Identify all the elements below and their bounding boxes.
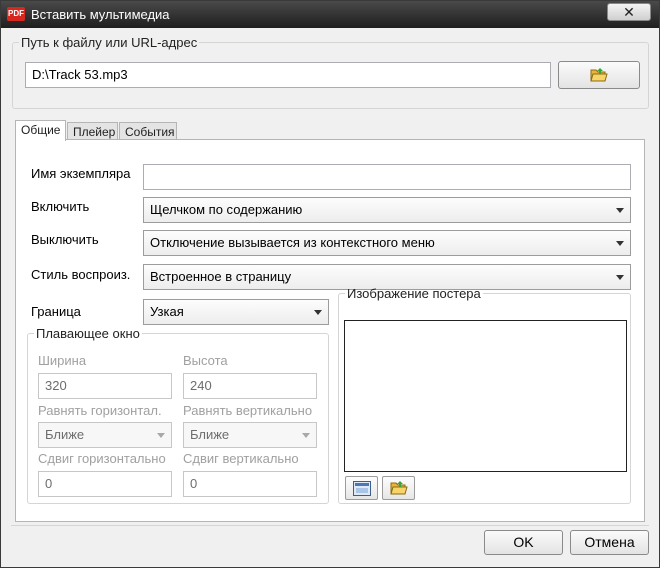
enable-label: Включить	[31, 199, 90, 214]
enable-select[interactable]: Щелчком по содержанию	[143, 197, 631, 223]
chevron-down-icon	[314, 310, 322, 315]
chevron-down-icon	[157, 433, 165, 438]
play-style-label: Стиль воспроиз.	[31, 267, 131, 282]
disable-select[interactable]: Отключение вызывается из контекстного ме…	[143, 230, 631, 256]
image-icon	[353, 481, 371, 496]
halign-select[interactable]: Ближе	[38, 422, 172, 448]
poster-browse-button[interactable]	[382, 476, 415, 500]
dialog-content: Путь к файлу или URL-адрес D:\Track 53.m…	[1, 28, 659, 567]
valign-select-value: Ближе	[190, 427, 230, 442]
folder-open-icon	[390, 481, 408, 495]
folder-open-icon	[590, 68, 608, 82]
border-select[interactable]: Узкая	[143, 299, 329, 325]
halign-label: Равнять горизонтал.	[38, 403, 162, 418]
chevron-down-icon	[616, 275, 624, 280]
enable-select-value: Щелчком по содержанию	[150, 202, 303, 217]
poster-group-legend: Изображение постера	[347, 286, 481, 301]
height-label: Высота	[183, 353, 228, 368]
footer-divider	[11, 525, 649, 526]
path-group-legend: Путь к файлу или URL-адрес	[21, 35, 198, 50]
title-bar[interactable]: PDF Вставить мультимедиа ✕	[1, 1, 659, 28]
window-title: Вставить мультимедиа	[31, 7, 170, 22]
width-input[interactable]: 320	[38, 373, 172, 399]
chevron-down-icon	[616, 208, 624, 213]
chevron-down-icon	[302, 433, 310, 438]
voffset-label: Сдвиг вертикально	[183, 451, 299, 466]
border-label: Граница	[31, 304, 81, 319]
poster-preview	[344, 320, 627, 472]
border-select-value: Узкая	[150, 304, 184, 319]
height-input[interactable]: 240	[183, 373, 317, 399]
browse-file-button[interactable]	[558, 61, 640, 89]
cancel-button[interactable]: Отмена	[570, 530, 649, 555]
general-tab-panel: Имя экземпляра Включить Щелчком по содер…	[15, 139, 645, 522]
poster-image-button[interactable]	[345, 476, 378, 500]
voffset-input[interactable]: 0	[183, 471, 317, 497]
tab-general[interactable]: Общие	[15, 120, 66, 141]
width-label: Ширина	[38, 353, 87, 368]
floating-window-legend: Плавающее окно	[36, 326, 140, 341]
play-style-select-value: Встроенное в страницу	[150, 269, 292, 284]
hoffset-label: Сдвиг горизонтально	[38, 451, 166, 466]
chevron-down-icon	[616, 241, 624, 246]
close-button[interactable]: ✕	[607, 3, 651, 21]
instance-name-input[interactable]	[143, 164, 631, 190]
app-logo-icon: PDF	[7, 7, 25, 21]
valign-select[interactable]: Ближе	[183, 422, 317, 448]
insert-media-dialog: PDF Вставить мультимедиа ✕ Путь к файлу …	[0, 0, 660, 568]
instance-name-label: Имя экземпляра	[31, 166, 131, 181]
valign-label: Равнять вертикально	[183, 403, 313, 418]
hoffset-input[interactable]: 0	[38, 471, 172, 497]
disable-select-value: Отключение вызывается из контекстного ме…	[150, 235, 435, 250]
disable-label: Выключить	[31, 232, 99, 247]
ok-button[interactable]: OK	[484, 530, 563, 555]
path-input[interactable]: D:\Track 53.mp3	[25, 62, 551, 88]
halign-select-value: Ближе	[45, 427, 85, 442]
